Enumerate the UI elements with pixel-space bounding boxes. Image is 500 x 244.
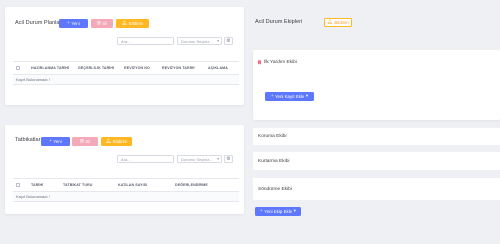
drills-search-input[interactable]: Ara...	[117, 155, 174, 163]
plans-new-button[interactable]: + Yeni	[59, 19, 88, 28]
chevron-down-icon: ▾	[305, 93, 309, 99]
add-team-button[interactable]: + Yeni Ekip Ekle ▾	[255, 207, 301, 216]
select-all-checkbox[interactable]	[16, 66, 20, 70]
plans-table-header: HAZIRLANMA TARİHİ GEÇERLİLİK TARİHİ REVİ…	[13, 62, 239, 75]
plans-notify-label: Bildirim	[128, 21, 144, 26]
protection-team-label: Koruma Ekibi	[258, 134, 287, 139]
firefighting-team-item[interactable]: Söndürme Ekibi	[253, 178, 500, 200]
chevron-down-icon: ▾	[293, 208, 296, 214]
rescue-team-label: Kurtarma Ekibi	[258, 158, 290, 164]
plus-icon: +	[49, 138, 52, 144]
add-record-label: Yeni Kayıt Ekle	[274, 94, 305, 99]
add-team-label: Yeni Ekip Ekle	[264, 209, 293, 214]
bell-icon: 🔔︎	[121, 20, 128, 26]
column-header[interactable]: AÇIKLAMA	[205, 66, 239, 70]
plans-status-select-value: Durumu Seçiniz...	[181, 38, 213, 44]
plans-table: HAZIRLANMA TARİHİ GEÇERLİLİK TARİHİ REVİ…	[13, 61, 239, 85]
trash-icon: ▥	[79, 138, 84, 144]
gear-icon: ⚙	[226, 156, 231, 162]
drills-settings-button[interactable]: ⚙	[224, 155, 233, 163]
plans-search-input[interactable]: Ara...	[117, 37, 174, 45]
teams-notify-label: Bildirim	[334, 20, 349, 25]
plans-delete-label: Sil	[102, 21, 108, 26]
drills-notify-button[interactable]: 🔔︎ Bildirim	[101, 137, 132, 146]
protection-team-item[interactable]: Koruma Ekibi	[253, 128, 500, 145]
drills-new-button[interactable]: + Yeni	[41, 137, 70, 146]
teams-notify-button[interactable]: 🔔︎ Bildirim	[324, 18, 352, 27]
column-header[interactable]: KATILAN SAYISI	[115, 183, 172, 187]
column-header[interactable]: TATBİKAT TÜRÜ	[60, 183, 115, 187]
drills-empty-row: Kayıt Bulunamadı !	[13, 192, 239, 202]
drills-status-select[interactable]: Durumu Seçiniz... ▾	[177, 155, 222, 163]
column-header[interactable]: DEĞERLENDİRME	[172, 183, 232, 187]
firefighting-team-label: Söndürme Ekibi	[258, 186, 292, 192]
plans-settings-button[interactable]: ⚙	[224, 37, 233, 45]
drills-delete-button[interactable]: ▥ Sil	[72, 137, 98, 146]
select-all-checkbox[interactable]	[16, 183, 20, 187]
plus-icon: +	[270, 93, 274, 99]
rescue-team-item[interactable]: Kurtarma Ekibi	[253, 152, 500, 170]
column-header[interactable]: GEÇERLİLİK TARİHİ	[75, 66, 121, 70]
drills-title: Tatbikatlar	[15, 137, 41, 143]
first-aid-team-label: İlk Yardım Ekibi	[264, 60, 297, 65]
trash-icon: ▥	[96, 20, 101, 26]
plus-icon: +	[67, 20, 70, 26]
gear-icon: ⚙	[226, 38, 231, 44]
drills-status-select-value: Durumu Seçiniz...	[181, 156, 213, 162]
add-record-button[interactable]: + Yeni Kayıt Ekle ▾	[265, 92, 314, 101]
column-header[interactable]: REVİZYON TARİHİ	[159, 66, 205, 70]
plans-status-select[interactable]: Durumu Seçiniz... ▾	[177, 37, 222, 45]
drills-delete-label: Sil	[85, 139, 91, 144]
plus-icon: +	[260, 208, 263, 214]
chevron-down-icon: ▾	[217, 39, 219, 43]
drills-new-label: Yeni	[53, 139, 62, 144]
bell-icon: 🔔︎	[105, 138, 112, 144]
drills-card: Tatbikatlar + Yeni ▥ Sil 🔔︎ Bildirim Ara…	[5, 125, 244, 214]
plans-empty-row: Kayıt Bulunamadı !	[13, 75, 239, 85]
column-header[interactable]: HAZIRLANMA TARİHİ	[28, 66, 75, 70]
column-header[interactable]: REVİZYON NO	[121, 66, 159, 70]
emergency-plans-card: Acil Durum Planları + Yeni ▥ Sil 🔔︎ Bild…	[5, 7, 244, 105]
first-aid-team-header[interactable]: İlk Yardım Ekibi	[258, 60, 297, 65]
emergency-teams-title: Acil Durum Ekipleri	[255, 19, 303, 25]
plans-notify-button[interactable]: 🔔︎ Bildirim	[116, 19, 149, 28]
first-aid-team-panel: İlk Yardım Ekibi + Yeni Kayıt Ekle ▾	[253, 50, 500, 120]
emergency-plans-title: Acil Durum Planları	[15, 20, 63, 26]
drills-table-header: TARİHİ TATBİKAT TÜRÜ KATILAN SAYISI DEĞE…	[13, 179, 239, 192]
chevron-down-icon: ▾	[217, 157, 219, 161]
column-header[interactable]: TARİHİ	[28, 183, 60, 187]
bell-icon: 🔔︎	[327, 19, 333, 25]
plans-new-label: Yeni	[71, 21, 80, 26]
bookmark-icon	[258, 60, 261, 65]
drills-notify-label: Bildirim	[112, 139, 128, 144]
drills-table: TARİHİ TATBİKAT TÜRÜ KATILAN SAYISI DEĞE…	[13, 178, 239, 202]
plans-delete-button[interactable]: ▥ Sil	[91, 19, 113, 28]
